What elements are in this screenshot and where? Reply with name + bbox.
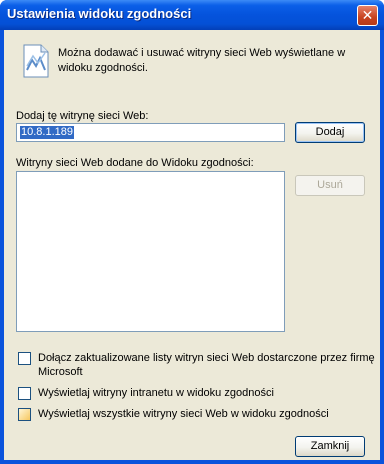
- title-bar[interactable]: Ustawienia widoku zgodności ✕: [0, 0, 384, 30]
- add-site-input-value: 10.8.1.189: [20, 126, 74, 139]
- compatibility-view-settings-dialog: Ustawienia widoku zgodności ✕ Można doda…: [0, 0, 384, 464]
- close-window-button[interactable]: ✕: [357, 5, 378, 26]
- add-button[interactable]: Dodaj: [295, 122, 365, 143]
- compatibility-view-icon: [23, 44, 49, 78]
- option-label: Dołącz zaktualizowane listy witryn sieci…: [38, 352, 375, 378]
- dialog-body: Można dodawać i usuwać witryny sieci Web…: [4, 30, 380, 460]
- option-label: Wyświetlaj wszystkie witryny sieci Web w…: [38, 408, 329, 420]
- checkbox[interactable]: [18, 352, 31, 365]
- add-site-label: Dodaj tę witrynę sieci Web:: [16, 110, 149, 122]
- add-site-input[interactable]: 10.8.1.189: [16, 123, 285, 142]
- checkbox[interactable]: [18, 408, 31, 421]
- window-title: Ustawienia widoku zgodności: [7, 6, 192, 21]
- info-text: Można dodawać i usuwać witryny sieci Web…: [58, 47, 346, 74]
- option-label: Wyświetlaj witryny intranetu w widoku zg…: [38, 387, 274, 399]
- site-list[interactable]: [16, 171, 285, 332]
- site-list-label: Witryny sieci Web dodane do Widoku zgodn…: [16, 157, 254, 169]
- remove-button[interactable]: Usuń: [295, 175, 365, 196]
- checkbox[interactable]: [18, 387, 31, 400]
- close-button[interactable]: Zamknij: [295, 436, 365, 457]
